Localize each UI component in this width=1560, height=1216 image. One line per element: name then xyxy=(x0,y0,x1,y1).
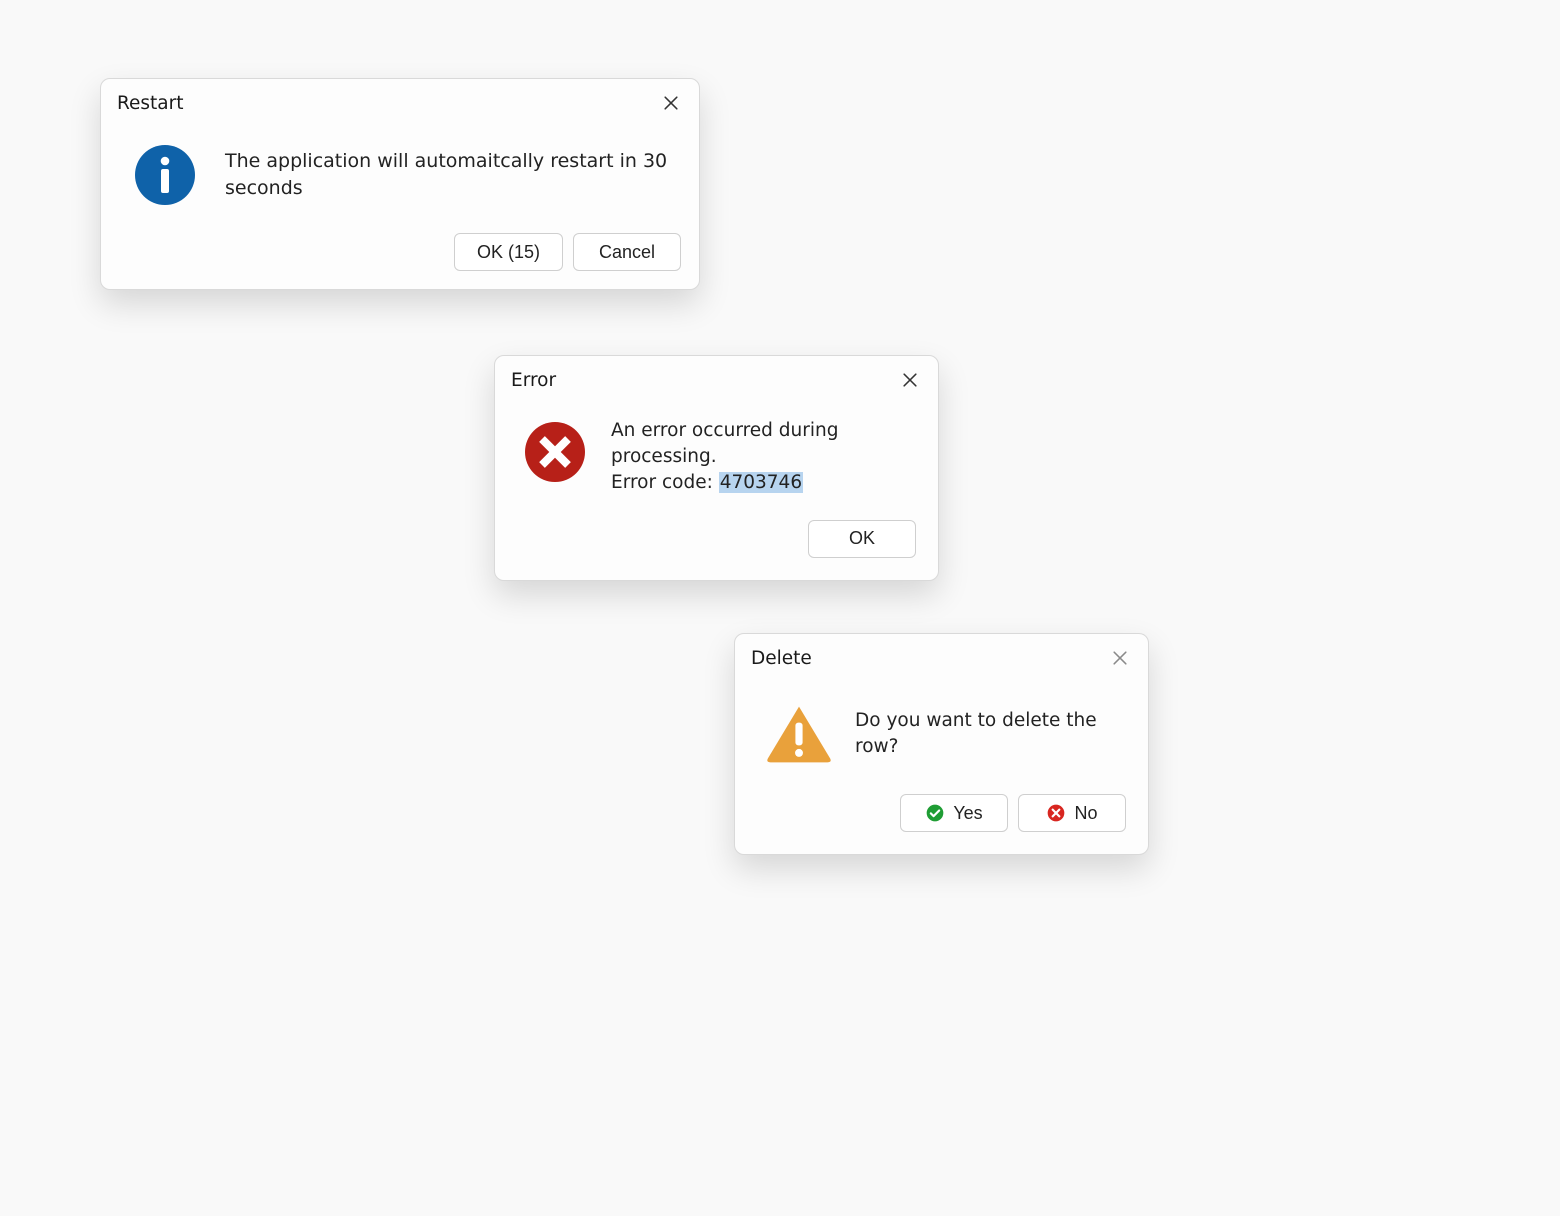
error-icon xyxy=(521,418,589,486)
close-button[interactable] xyxy=(896,366,924,394)
cancel-button[interactable]: Cancel xyxy=(573,233,681,271)
error-code-value: 4703746 xyxy=(719,472,803,493)
yes-button[interactable]: Yes xyxy=(900,794,1008,832)
ok-button[interactable]: OK xyxy=(808,520,916,558)
dialog-title: Delete xyxy=(751,648,812,669)
dialog-title: Restart xyxy=(117,93,184,114)
ok-button[interactable]: OK (15) xyxy=(454,233,563,271)
dialog-message: An error occurred during processing. Err… xyxy=(611,418,908,496)
dialog-message: The application will automaitcally resta… xyxy=(225,148,669,201)
error-dialog: Error An error occurred during processin… xyxy=(494,355,939,581)
restart-dialog: Restart The application will automaitcal… xyxy=(100,78,700,290)
check-circle-icon xyxy=(925,803,945,823)
close-icon xyxy=(661,93,681,113)
titlebar: Restart xyxy=(101,79,699,121)
info-icon xyxy=(131,141,199,209)
no-button-label: No xyxy=(1074,803,1097,824)
dialog-footer: OK (15) Cancel xyxy=(101,219,699,289)
close-button[interactable] xyxy=(1106,644,1134,672)
dialog-message: Do you want to delete the row? xyxy=(855,708,1120,760)
x-circle-icon xyxy=(1046,803,1066,823)
close-icon xyxy=(1110,648,1130,668)
dialog-body: Do you want to delete the row? xyxy=(735,676,1148,778)
close-button[interactable] xyxy=(657,89,685,117)
close-icon xyxy=(900,370,920,390)
titlebar: Delete xyxy=(735,634,1148,676)
dialog-footer: OK xyxy=(495,502,938,580)
dialog-footer: Yes No xyxy=(735,778,1148,854)
dialog-body: The application will automaitcally resta… xyxy=(101,121,699,219)
dialog-body: An error occurred during processing. Err… xyxy=(495,398,938,502)
delete-dialog: Delete Do you want to delete the row? xyxy=(734,633,1149,855)
yes-button-label: Yes xyxy=(953,803,982,824)
error-message-line1: An error occurred during processing. xyxy=(611,420,838,467)
warning-icon xyxy=(765,700,833,768)
titlebar: Error xyxy=(495,356,938,398)
no-button[interactable]: No xyxy=(1018,794,1126,832)
dialog-title: Error xyxy=(511,370,556,391)
error-code-label: Error code: xyxy=(611,472,719,493)
